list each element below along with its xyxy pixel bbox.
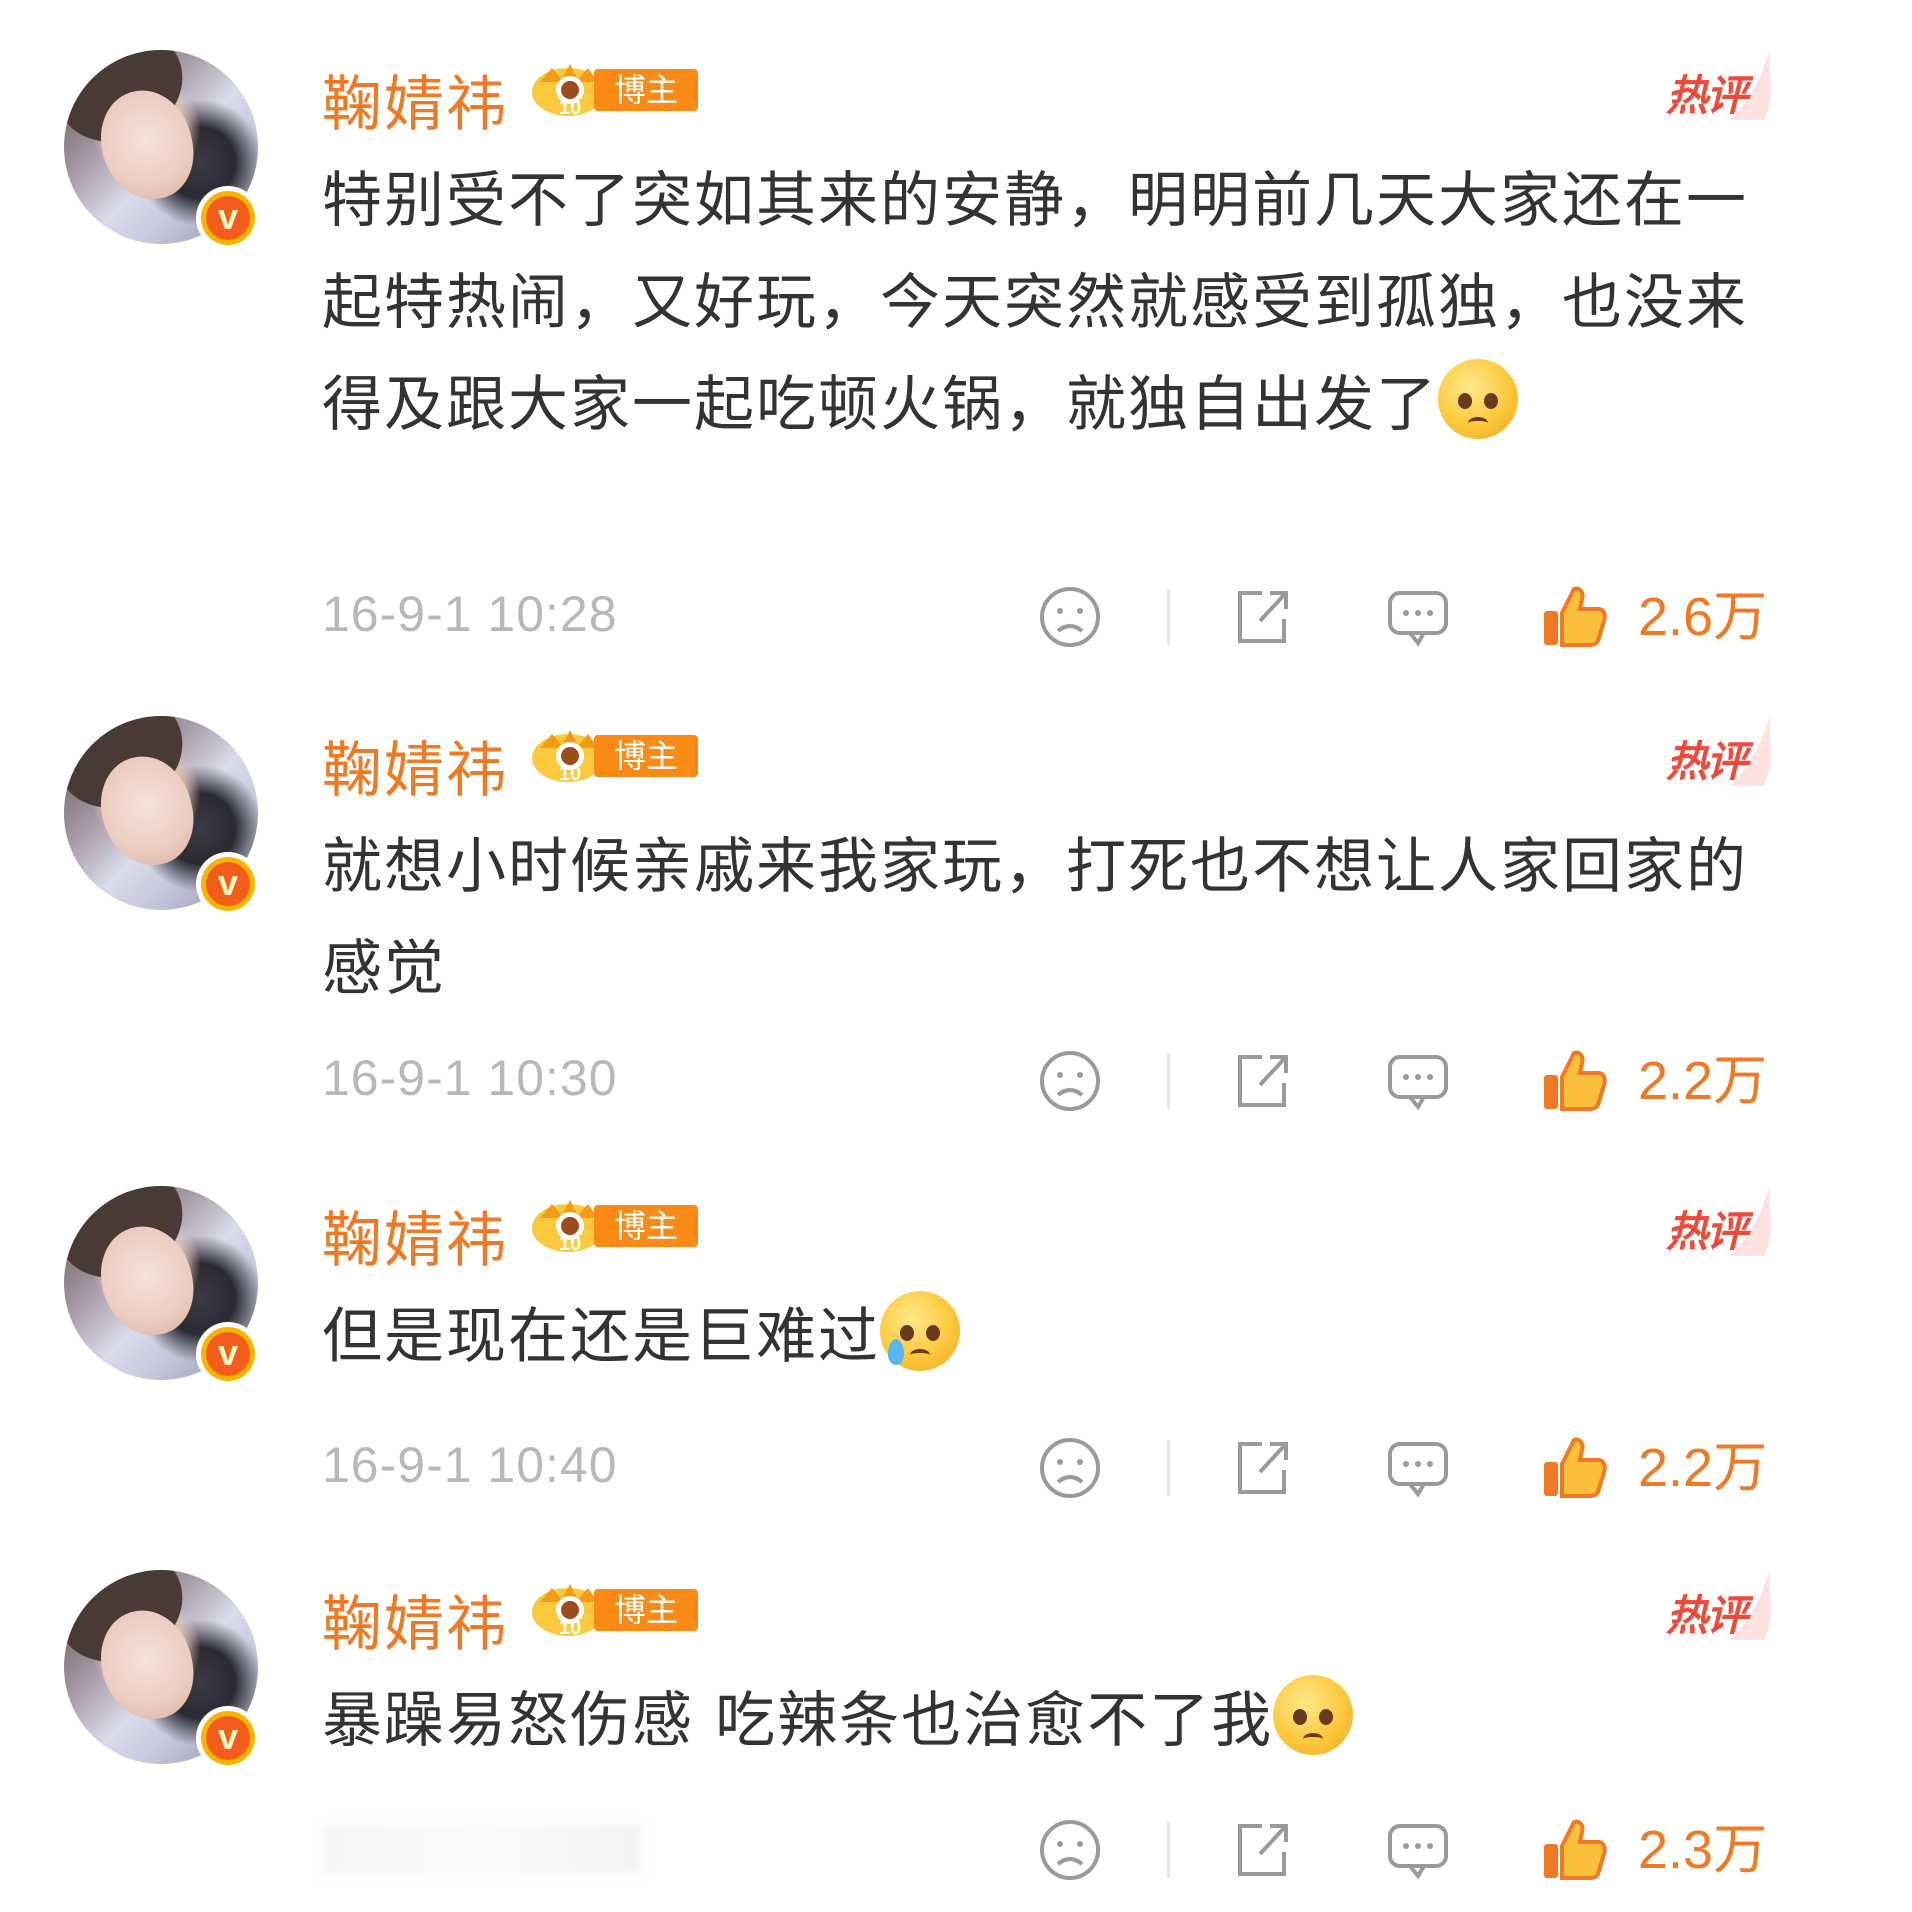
comment-text: 暴躁易怒伤感 吃辣条也治愈不了我 [322,1670,1762,1772]
hot-comment-tag: 热评 [1660,706,1780,796]
frown-face-icon[interactable] [1036,1434,1104,1502]
share-icon[interactable] [1228,1434,1296,1502]
pleading-face-emoji [1438,359,1518,439]
blogger-badge: 10 博主 [530,60,700,118]
like-count: 2.2万 [1638,1438,1768,1498]
blogger-badge-label: 博主 [594,1205,698,1247]
comment-text: 就想小时候亲戚来我家玩，打死也不想让人家回家的感觉 [322,832,1748,1004]
verified-v-icon: v [196,852,260,916]
crying-face-emoji [880,1291,960,1371]
svg-text:10: 10 [559,1617,581,1638]
divider [1167,1822,1170,1878]
blogger-badge-label: 博主 [594,735,698,777]
share-icon[interactable] [1228,1047,1296,1115]
verified-v-icon: v [196,1706,260,1770]
username[interactable]: 鞠婧祎 [322,56,508,143]
share-icon[interactable] [1228,583,1296,651]
verified-v-icon: v [196,186,260,250]
frown-face-icon[interactable] [1036,1047,1104,1115]
thumbs-up-icon[interactable] [1540,1434,1608,1502]
svg-text:10: 10 [559,763,581,784]
divider [1167,1053,1170,1109]
comment-text: 但是现在还是巨难过 [322,1286,1762,1388]
blogger-badge-label: 博主 [594,69,698,111]
comment-actions: 2.3万 [0,1810,1860,1890]
hot-comment-tag: 热评 [1660,40,1780,130]
verified-v-icon: v [196,1322,260,1386]
comment-bubble-icon[interactable] [1384,1816,1452,1884]
blogger-badge: 10 博主 [530,1196,700,1254]
svg-text:10: 10 [559,1233,581,1254]
like-count: 2.2万 [1638,1051,1768,1111]
divider [1167,589,1170,645]
thumbs-up-icon[interactable] [1540,583,1608,651]
username[interactable]: 鞠婧祎 [322,1576,508,1663]
comment-bubble-icon[interactable] [1384,583,1452,651]
blogger-badge: 10 博主 [530,726,700,784]
thumbs-up-icon[interactable] [1540,1047,1608,1115]
comment-actions: 2.6万 [0,577,1860,657]
like-count: 2.6万 [1638,587,1768,647]
pleading-face-emoji [1273,1675,1354,1755]
comment-bubble-icon[interactable] [1384,1434,1452,1502]
hot-comment-tag: 热评 [1660,1176,1780,1266]
blogger-badge-label: 博主 [594,1589,698,1631]
comment-actions: 2.2万 [0,1041,1860,1121]
username[interactable]: 鞠婧祎 [322,1192,508,1279]
thumbs-up-icon[interactable] [1540,1816,1608,1884]
svg-text:10: 10 [559,97,581,118]
like-count: 2.3万 [1638,1820,1768,1880]
comment-bubble-icon[interactable] [1384,1047,1452,1115]
comment-text: 特别受不了突如其来的安静，明明前几天大家还在一起特热闹，又好玩，今天突然就感受到… [322,166,1748,440]
share-icon[interactable] [1228,1816,1296,1884]
frown-face-icon[interactable] [1036,1816,1104,1884]
blogger-badge: 10 博主 [530,1580,700,1638]
frown-face-icon[interactable] [1036,583,1104,651]
hot-comment-tag: 热评 [1660,1560,1780,1650]
comment-actions: 2.2万 [0,1428,1860,1508]
divider [1167,1440,1170,1496]
username[interactable]: 鞠婧祎 [322,722,508,809]
